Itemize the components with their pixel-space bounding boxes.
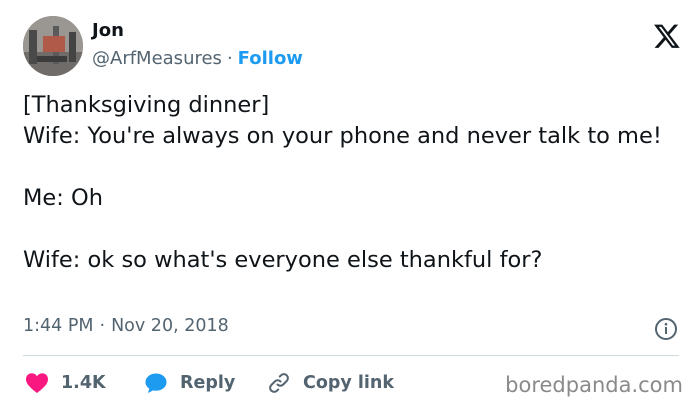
tweet-timestamp: 1:44 PM · Nov 20, 2018 [23,316,678,342]
link-icon [269,373,289,393]
author-handle[interactable]: @ArfMeasures [92,48,222,69]
tweet-date[interactable]: Nov 20, 2018 [111,316,229,336]
tweet-time[interactable]: 1:44 PM [23,316,94,336]
tweet-text: [Thanksgiving dinner] Wife: You're alway… [23,92,662,273]
reply-label: Reply [180,373,236,393]
like-count: 1.4K [61,373,106,393]
tweet-header: Jon @ArfMeasures · Follow [23,16,683,78]
avatar-image [23,16,83,76]
avatar[interactable] [23,16,83,76]
author-handle-row: @ArfMeasures · Follow [92,48,303,69]
handle-separator: · [226,48,233,69]
divider [23,355,679,356]
copy-link-label: Copy link [303,373,394,393]
author-name[interactable]: Jon [92,20,124,41]
x-logo-icon[interactable] [653,22,681,50]
copy-link-button[interactable]: Copy link [267,368,394,398]
follow-button[interactable]: Follow [238,48,303,69]
watermark: boredpanda.com [505,373,683,397]
info-icon[interactable] [654,317,678,341]
reply-button[interactable]: Reply [144,368,235,398]
like-button[interactable]: 1.4K [25,368,106,398]
speech-bubble-icon [145,373,167,393]
timestamp-separator: · [99,316,106,336]
heart-icon [26,373,48,393]
